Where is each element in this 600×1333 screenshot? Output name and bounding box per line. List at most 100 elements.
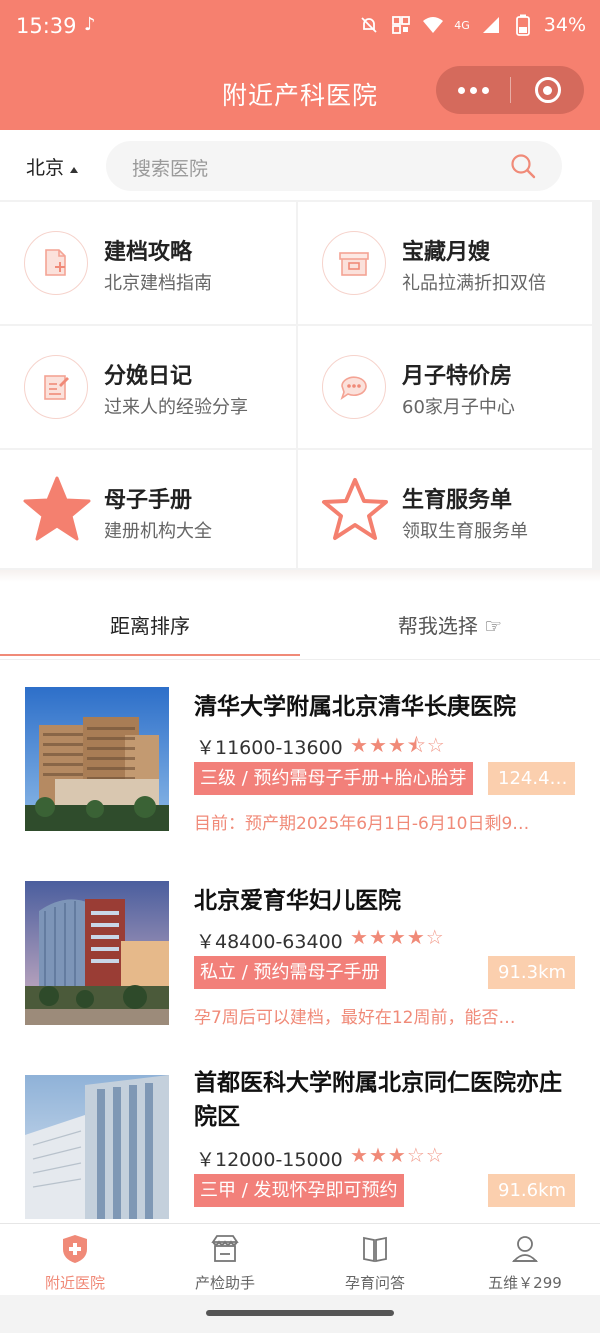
document-add-icon [45,249,66,276]
hospital-price: ￥12000-15000 [196,1149,343,1171]
feature-title: 分娩日记 [104,364,193,389]
tab-label: 产检助手 [194,1274,255,1292]
tab-label: 五维￥299 [488,1274,562,1292]
battery-icon [512,14,534,36]
search-placeholder: 搜索医院 [132,158,209,180]
feature-nanny[interactable]: 宝藏月嫂 礼品拉满折扣双倍 [298,202,592,324]
star-empty-icon: ☆ [406,1143,426,1167]
miniprogram-capsule [436,66,584,114]
search-input[interactable]: 搜索医院 [106,141,562,191]
home-gesture-handle[interactable] [206,1310,394,1316]
list-item[interactable]: 北京爱育华妇儿医院 ￥48400-63400 ★★★★☆ 私立 / 预约需母子手… [0,854,600,1044]
feature-birth-diary[interactable]: 分娩日记 过来人的经验分享 [0,326,296,448]
feature-subtitle: 过来人的经验分享 [104,397,248,418]
tab-label: 附近医院 [44,1274,105,1292]
mute-bell-icon [358,14,380,36]
tab-pregnancy-qa[interactable]: 孕育问答 [300,1224,450,1296]
star-filled-icon: ★ [387,925,407,949]
feature-subtitle: 建册机构大全 [104,521,212,542]
hospital-price: ￥11600-13600 [196,737,343,759]
feature-subtitle: 北京建档指南 [104,273,212,294]
feature-icon-circle [24,231,88,295]
sort-tabs: 距离排序 帮我选择 ☞ [0,588,600,660]
feature-subtitle: 60家月子中心 [402,397,515,418]
gift-box-icon [339,252,369,276]
hospital-photo [25,687,169,831]
tab-help-choose[interactable]: 帮我选择 ☞ [300,610,600,639]
active-tab-indicator [0,654,300,656]
hospital-name: 首都医科大学附属北京同仁医院亦庄院区 [194,1070,562,1130]
distance-badge: 91.3km [488,956,575,989]
star-filled-icon: ★ [368,925,388,949]
star-rating: ★★★☆☆ [350,1143,445,1167]
hospital-tag: 三甲 / 发现怀孕即可预约 [194,1174,404,1207]
system-navigation-bar [0,1295,600,1333]
tab-distance-sort[interactable]: 距离排序 [0,610,300,639]
star-filled-icon [23,476,91,541]
star-empty-icon: ☆ [425,925,445,949]
list-item[interactable]: 首都医科大学附属北京同仁医院亦庄院区 ￥12000-15000 ★★★☆☆ 三甲… [0,1048,600,1222]
feature-filing-guide[interactable]: 建档攻略 北京建档指南 [0,202,296,324]
star-empty-icon: ☆ [426,733,446,757]
hospital-list: 清华大学附属北京清华长庚医院 ￥11600-13600 ★★★⯪☆ 三级 / 预… [0,660,600,1222]
star-rating: ★★★⯪☆ [350,731,446,765]
tab-checkup-assistant[interactable]: 产检助手 [150,1224,300,1296]
close-miniprogram-button[interactable] [511,66,584,114]
battery-percent: 34% [543,14,586,36]
star-filled-icon: ★ [387,733,407,757]
feature-icon-circle [322,231,386,295]
status-icons: 4G 34% [358,14,586,36]
tab-nearby-hospitals[interactable]: 附近医院 [0,1224,150,1296]
feature-title: 生育服务单 [402,488,513,513]
qr-app-icon [390,14,412,36]
signal-icon [480,14,502,36]
wifi-icon [422,14,444,36]
feature-icon-circle [24,355,88,419]
star-empty-icon: ☆ [425,1143,445,1167]
star-filled-icon: ★ [368,1143,388,1167]
diary-edit-icon [44,375,69,400]
grid-shadow [0,570,600,582]
hospital-note: 孕7周后可以建档，最好在12周前，能否… [194,1008,516,1028]
baby-user-icon [511,1236,539,1262]
status-bar: 15:39 ♪ 4G 34% [0,0,600,58]
hospital-shield-icon [63,1235,87,1263]
city-selector[interactable]: 北京 [26,153,79,180]
caret-down-icon [70,166,79,173]
feature-subtitle: 领取生育服务单 [402,521,528,542]
star-filled-icon: ★ [387,1143,407,1167]
feature-mother-child-handbook[interactable]: 母子手册 建册机构大全 [0,450,296,568]
star-filled-icon: ★ [406,925,426,949]
navigation-bar: 附近产科医院 [0,58,600,130]
star-rating: ★★★★☆ [350,925,445,949]
hospital-tag: 三级 / 预约需母子手册+胎心胎芽 [194,762,473,795]
distance-badge: 91.6km [488,1174,575,1207]
feature-birth-service[interactable]: 生育服务单 领取生育服务单 [298,450,592,568]
feature-title: 建档攻略 [104,240,193,265]
feature-title: 母子手册 [104,488,193,513]
star-outline-icon [322,478,388,540]
feature-grid: 建档攻略 北京建档指南 宝藏月嫂 礼品拉满折扣双倍 分娩日记 过来人的经验分享 … [0,200,600,570]
star-filled-icon: ★ [368,733,388,757]
hospital-price: ￥48400-63400 [196,931,343,953]
hospital-tag: 私立 / 预约需母子手册 [194,956,386,989]
hospital-note: 目前：预产期2025年6月1日-6月10日剩9… [194,814,530,834]
tiktok-icon: ♪ [84,14,96,35]
search-icon[interactable] [510,153,536,179]
tab-5d-ultrasound[interactable]: 五维￥299 [450,1224,600,1296]
city-label: 北京 [26,157,65,179]
distance-badge: 124.4… [488,762,575,795]
clinic-awning-icon [211,1235,239,1262]
bottom-tab-bar: 附近医院 产检助手 孕育问答 五维￥299 [0,1223,600,1295]
network-type: 4G [454,18,470,32]
feature-title: 月子特价房 [402,364,513,389]
star-half-icon: ⯪ [406,733,427,757]
star-filled-icon: ★ [350,733,369,757]
feature-confinement-room[interactable]: 月子特价房 60家月子中心 [298,326,592,448]
hospital-name: 清华大学附属北京清华长庚医院 [194,694,516,720]
list-item[interactable]: 清华大学附属北京清华长庚医院 ￥11600-13600 ★★★⯪☆ 三级 / 预… [0,660,600,850]
more-options-button[interactable] [436,66,510,114]
hospital-photo [25,881,169,1025]
feature-icon-circle [322,355,386,419]
book-open-icon [363,1236,387,1263]
